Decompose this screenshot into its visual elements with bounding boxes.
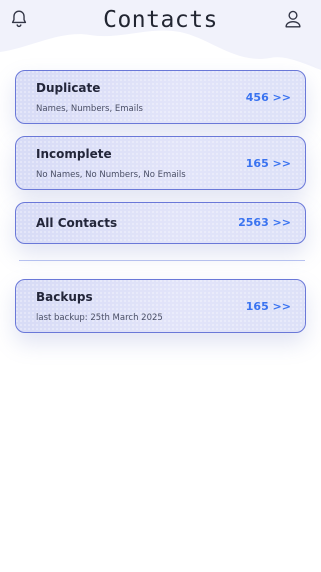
duplicate-card[interactable]: Duplicate Names, Numbers, Emails 456 >> (15, 70, 306, 124)
card-title: Duplicate (36, 81, 101, 95)
card-title: Incomplete (36, 147, 112, 161)
card-title: Backups (36, 290, 93, 304)
card-count: 165 >> (245, 300, 291, 313)
app-header: Contacts (0, 0, 321, 52)
contacts-card-list: Duplicate Names, Numbers, Emails 456 >> … (15, 70, 306, 345)
backups-card[interactable]: Backups last backup: 25th March 2025 165… (15, 279, 306, 333)
card-subtitle: Names, Numbers, Emails (36, 104, 143, 114)
card-count: 2563 >> (238, 216, 291, 229)
incomplete-card[interactable]: Incomplete No Names, No Numbers, No Emai… (15, 136, 306, 190)
all-contacts-card[interactable]: All Contacts 2563 >> (15, 202, 306, 244)
card-subtitle: last backup: 25th March 2025 (36, 313, 163, 323)
card-subtitle: No Names, No Numbers, No Emails (36, 170, 186, 180)
card-title: All Contacts (36, 216, 118, 230)
user-icon[interactable] (282, 8, 304, 30)
section-divider (19, 260, 305, 261)
page-title: Contacts (103, 7, 218, 33)
card-count: 165 >> (245, 157, 291, 170)
card-count: 456 >> (245, 91, 291, 104)
